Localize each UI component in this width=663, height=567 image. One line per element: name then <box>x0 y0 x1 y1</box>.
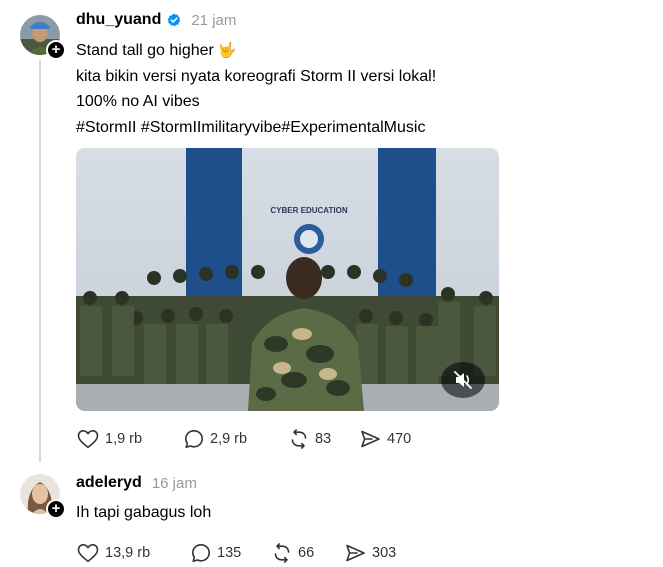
video-sign-text: CYBER EDUCATION <box>270 206 347 215</box>
share-button[interactable]: 470 <box>360 429 440 449</box>
share-count: 303 <box>372 545 397 561</box>
repost-icon <box>274 543 290 563</box>
verified-icon <box>167 13 181 27</box>
comment-count: 135 <box>217 545 242 561</box>
repost-button[interactable]: 66 <box>272 543 345 563</box>
post-time: 21 jam <box>191 11 237 29</box>
comment-button[interactable]: 2,9 rb <box>184 429 289 449</box>
caption-line-2: kita bikin versi nyata koreografi Storm … <box>76 67 437 85</box>
reply-body: Ih tapi gabagus loh <box>76 504 212 521</box>
heart-icon <box>77 430 99 449</box>
mute-icon <box>454 371 472 389</box>
repost-count: 83 <box>315 431 332 447</box>
hand-emoji: 🤟 <box>217 42 237 59</box>
mute-button[interactable] <box>441 362 485 398</box>
like-button[interactable]: 13,9 rb <box>77 543 191 563</box>
reply-header: adeleryd 16 jam <box>76 474 197 492</box>
reply-text: Ih tapi gabagus loh <box>76 500 211 526</box>
share-icon <box>361 430 380 448</box>
follow-plus-icon[interactable]: + <box>46 40 66 60</box>
repost-button[interactable]: 83 <box>289 429 360 449</box>
like-count: 1,9 rb <box>105 431 143 447</box>
caption-line-3: 100% no AI vibes <box>76 93 200 110</box>
caption-line-1: Stand tall go higher <box>76 42 214 59</box>
heart-icon <box>77 544 99 563</box>
share-button[interactable]: 303 <box>345 543 425 563</box>
comment-icon <box>185 430 203 448</box>
post-avatar[interactable]: + <box>20 15 66 60</box>
comment-count: 2,9 rb <box>210 431 248 447</box>
reply-actions: 13,9 rb 135 66 303 <box>77 543 425 563</box>
repost-count: 66 <box>298 545 315 561</box>
post-video[interactable]: CYBER EDUCATION <box>76 148 499 411</box>
reply-avatar[interactable]: + <box>20 474 66 519</box>
share-icon <box>346 544 365 562</box>
reply-username[interactable]: adeleryd <box>76 474 142 492</box>
comment-icon <box>192 544 210 562</box>
reply-time: 16 jam <box>151 474 197 492</box>
repost-icon <box>291 429 307 449</box>
like-button[interactable]: 1,9 rb <box>77 429 184 449</box>
comment-button[interactable]: 135 <box>191 543 272 563</box>
video-frame: CYBER EDUCATION <box>76 148 499 411</box>
share-count: 470 <box>387 431 412 447</box>
post-header: dhu_yuand 21 jam <box>76 11 236 29</box>
post-username[interactable]: dhu_yuand <box>76 11 161 29</box>
caption-hashtags[interactable]: #StormII #StormIImilitaryvibe#Experiment… <box>76 115 436 141</box>
post-actions: 1,9 rb 2,9 rb 83 470 <box>77 429 440 449</box>
like-count: 13,9 rb <box>105 545 151 561</box>
thread-line <box>39 60 41 462</box>
post-caption: Stand tall go higher 🤟 kita bikin versi n… <box>76 38 436 140</box>
follow-plus-icon[interactable]: + <box>46 499 66 519</box>
